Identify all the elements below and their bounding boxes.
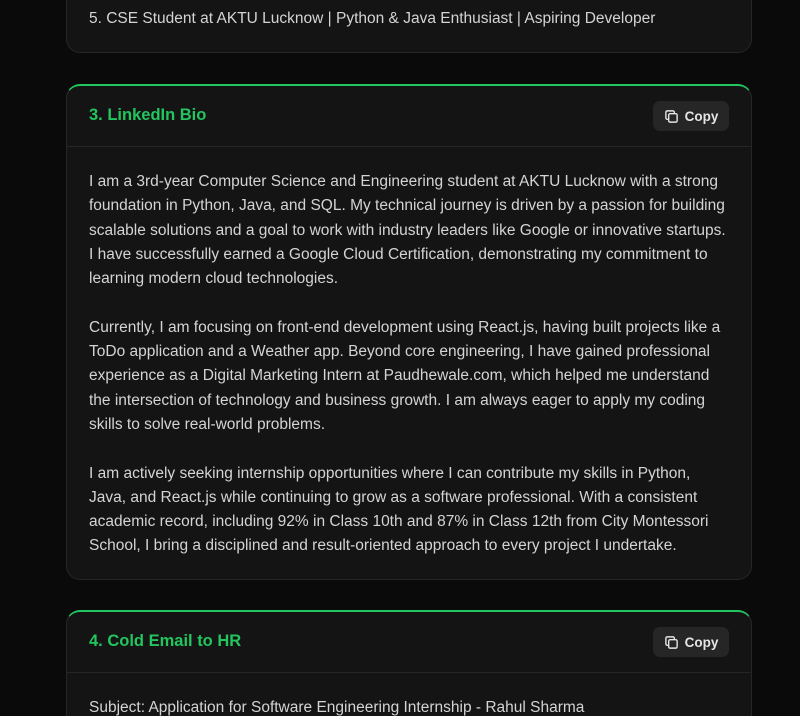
copy-icon [664, 635, 678, 649]
copy-label: Copy [684, 634, 719, 650]
bio-paragraph-3: I am actively seeking internship opportu… [89, 464, 709, 555]
linkedin-bio-title: 3. LinkedIn Bio [89, 106, 207, 124]
linkedin-bio-content: I am a 3rd-year Computer Science and Eng… [67, 147, 751, 559]
copy-cold-email-button[interactable]: Copy [653, 627, 729, 657]
cold-email-title: 4. Cold Email to HR [89, 632, 242, 650]
linkedin-bio-header: 3. LinkedIn Bio Copy [67, 86, 751, 147]
copy-linkedin-bio-button[interactable]: Copy [653, 101, 729, 131]
results-view: 5. CSE Student at AKTU Lucknow | Python … [0, 0, 800, 716]
copy-label: Copy [684, 108, 719, 124]
cold-email-header: 4. Cold Email to HR Copy [67, 612, 751, 673]
copy-icon [664, 109, 678, 123]
email-subject-line: Subject: Application for Software Engine… [89, 699, 585, 716]
bio-paragraph-1: I am a 3rd-year Computer Science and Eng… [89, 173, 726, 288]
headline-options-card: 5. CSE Student at AKTU Lucknow | Python … [66, 0, 752, 53]
bio-paragraph-2: Currently, I am focusing on front-end de… [89, 318, 721, 433]
cold-email-card: 4. Cold Email to HR Copy Subject: Applic… [66, 610, 752, 716]
linkedin-bio-card: 3. LinkedIn Bio Copy I am a 3rd-year Com… [66, 84, 752, 580]
headline-option-5: 5. CSE Student at AKTU Lucknow | Python … [89, 10, 656, 27]
